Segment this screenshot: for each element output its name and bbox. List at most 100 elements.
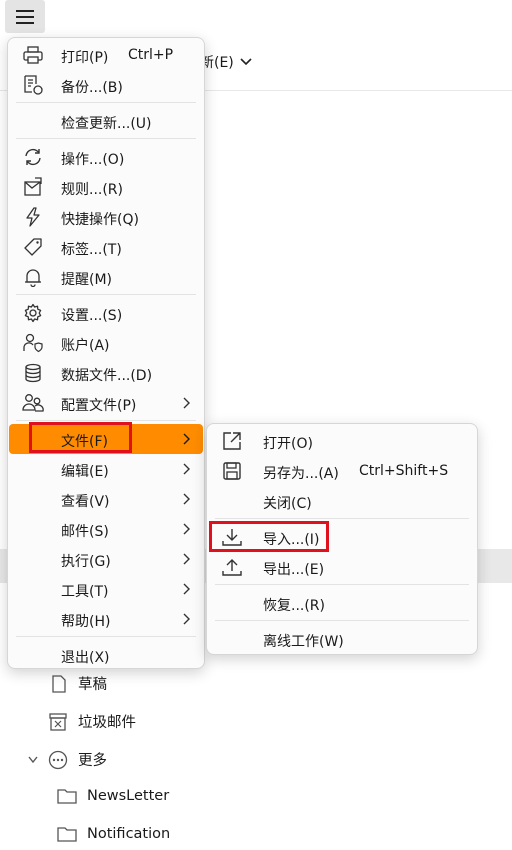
menu-item-backup[interactable]: 备份...(B) — [12, 70, 200, 100]
chevron-right-icon — [183, 433, 190, 445]
folder-item-newsletter[interactable]: NewsLetter — [57, 787, 169, 805]
tag-icon — [24, 238, 42, 256]
more-icon — [48, 750, 68, 769]
menu-item-label: 查看(V) — [61, 494, 110, 510]
menu-separator — [16, 420, 196, 421]
main-menu: 打印(P) Ctrl+P 备份...(B) 检查更新...(U) 操作...(O… — [7, 37, 205, 669]
menu-item-label: 备份...(B) — [61, 80, 123, 96]
folder-label: Notification — [87, 826, 171, 842]
folder-label: 更多 — [78, 753, 107, 769]
save-icon — [223, 462, 241, 480]
folder-label: 草稿 — [78, 677, 107, 693]
chevron-right-icon — [183, 463, 190, 475]
menu-item-view[interactable]: 查看(V) — [12, 484, 200, 514]
menu-item-exit[interactable]: 退出(X) — [12, 640, 200, 670]
chevron-right-icon — [183, 583, 190, 595]
menu-item-quick-actions[interactable]: 快捷操作(Q) — [12, 202, 200, 232]
sync-icon — [25, 148, 41, 166]
backup-icon — [24, 75, 43, 95]
bell-icon — [25, 269, 41, 287]
menu-item-label: 恢复...(R) — [263, 598, 326, 614]
menu-item-actions[interactable]: 操作...(O) — [12, 142, 200, 172]
menu-item-label: 离线工作(W) — [263, 634, 344, 650]
menu-item-help[interactable]: 帮助(H) — [12, 604, 200, 634]
menu-separator — [16, 294, 196, 295]
new-label: 新(E) — [200, 55, 234, 71]
menu-item-print[interactable]: 打印(P) Ctrl+P — [12, 40, 200, 70]
menu-button[interactable] — [5, 0, 45, 33]
annotation-box-import — [209, 521, 329, 552]
menu-item-tools[interactable]: 工具(T) — [12, 574, 200, 604]
menu-separator — [215, 518, 469, 519]
menu-item-label: 打开(O) — [263, 436, 313, 452]
menu-item-accounts[interactable]: 账户(A) — [12, 328, 200, 358]
submenu-item-work-offline[interactable]: 离线工作(W) — [211, 624, 473, 654]
lightning-icon — [26, 207, 40, 227]
hamburger-icon — [16, 9, 34, 24]
printer-icon — [23, 46, 43, 64]
new-dropdown[interactable]: 新(E) — [200, 52, 252, 72]
menu-item-label: 编辑(E) — [61, 464, 109, 480]
chevron-down-icon — [28, 756, 38, 763]
chevron-right-icon — [183, 523, 190, 535]
menu-item-check-updates[interactable]: 检查更新...(U) — [12, 106, 200, 136]
chevron-right-icon — [183, 397, 190, 409]
menu-separator — [16, 636, 196, 637]
menu-item-label: 快捷操作(Q) — [61, 212, 139, 228]
menu-item-settings[interactable]: 设置...(S) — [12, 298, 200, 328]
menu-item-label: 账户(A) — [61, 338, 110, 354]
menu-item-label: 操作...(O) — [61, 152, 125, 168]
menu-item-label: 数据文件...(D) — [61, 368, 153, 384]
folder-item-notification[interactable]: Notification — [57, 825, 170, 843]
draft-icon — [52, 674, 66, 693]
menu-item-data-files[interactable]: 数据文件...(D) — [12, 358, 200, 388]
menu-item-label: 配置文件(P) — [61, 398, 137, 414]
menu-item-label: 帮助(H) — [61, 614, 111, 630]
menu-item-label: 提醒(M) — [61, 272, 113, 288]
menu-item-profiles[interactable]: 配置文件(P) — [12, 388, 200, 418]
chevron-right-icon — [183, 493, 190, 505]
menu-item-label: 工具(T) — [61, 584, 109, 600]
menu-item-edit[interactable]: 编辑(E) — [12, 454, 200, 484]
export-icon — [222, 559, 242, 576]
folder-icon — [57, 827, 77, 842]
menu-item-label: 邮件(S) — [61, 524, 109, 540]
menu-item-label: 退出(X) — [61, 650, 110, 666]
open-icon — [223, 432, 241, 450]
submenu-item-export[interactable]: 导出...(E) — [211, 552, 473, 582]
junk-icon — [49, 712, 67, 731]
menu-item-rules[interactable]: 规则...(R) — [12, 172, 200, 202]
folder-item-junk[interactable]: 垃圾邮件 — [48, 711, 136, 732]
menu-item-label: 执行(G) — [61, 554, 111, 570]
menu-item-run[interactable]: 执行(G) — [12, 544, 200, 574]
profiles-icon — [22, 394, 44, 412]
menu-separator — [215, 584, 469, 585]
chevron-down-icon — [240, 58, 252, 66]
folder-item-more[interactable]: 更多 — [28, 749, 107, 770]
submenu-item-open[interactable]: 打开(O) — [211, 426, 473, 456]
shortcut-label: Ctrl+P — [128, 47, 174, 63]
folder-icon — [57, 789, 77, 804]
menu-separator — [16, 138, 196, 139]
folder-label: 垃圾邮件 — [78, 715, 136, 731]
submenu-item-close[interactable]: 关闭(C) — [211, 486, 473, 516]
menu-item-label: 另存为...(A) — [263, 466, 339, 482]
menu-item-label: 规则...(R) — [61, 182, 124, 198]
menu-item-reminders[interactable]: 提醒(M) — [12, 262, 200, 292]
menu-item-label: 标签...(T) — [61, 242, 122, 258]
menu-separator — [16, 102, 196, 103]
menu-separator — [215, 620, 469, 621]
folder-item-drafts[interactable]: 草稿 — [48, 673, 107, 694]
menu-item-label: 检查更新...(U) — [61, 116, 152, 132]
annotation-box-file — [29, 422, 132, 453]
menu-item-label: 设置...(S) — [61, 308, 123, 324]
shortcut-label: Ctrl+Shift+S — [359, 463, 449, 479]
menu-item-label: 打印(P) — [61, 50, 109, 66]
menu-item-label: 导出...(E) — [263, 562, 325, 578]
folder-label: NewsLetter — [87, 788, 170, 804]
menu-item-label: 关闭(C) — [263, 496, 312, 512]
submenu-item-save-as[interactable]: 另存为...(A) Ctrl+Shift+S — [211, 456, 473, 486]
menu-item-tags[interactable]: 标签...(T) — [12, 232, 200, 262]
submenu-item-restore[interactable]: 恢复...(R) — [211, 588, 473, 618]
menu-item-mail[interactable]: 邮件(S) — [12, 514, 200, 544]
